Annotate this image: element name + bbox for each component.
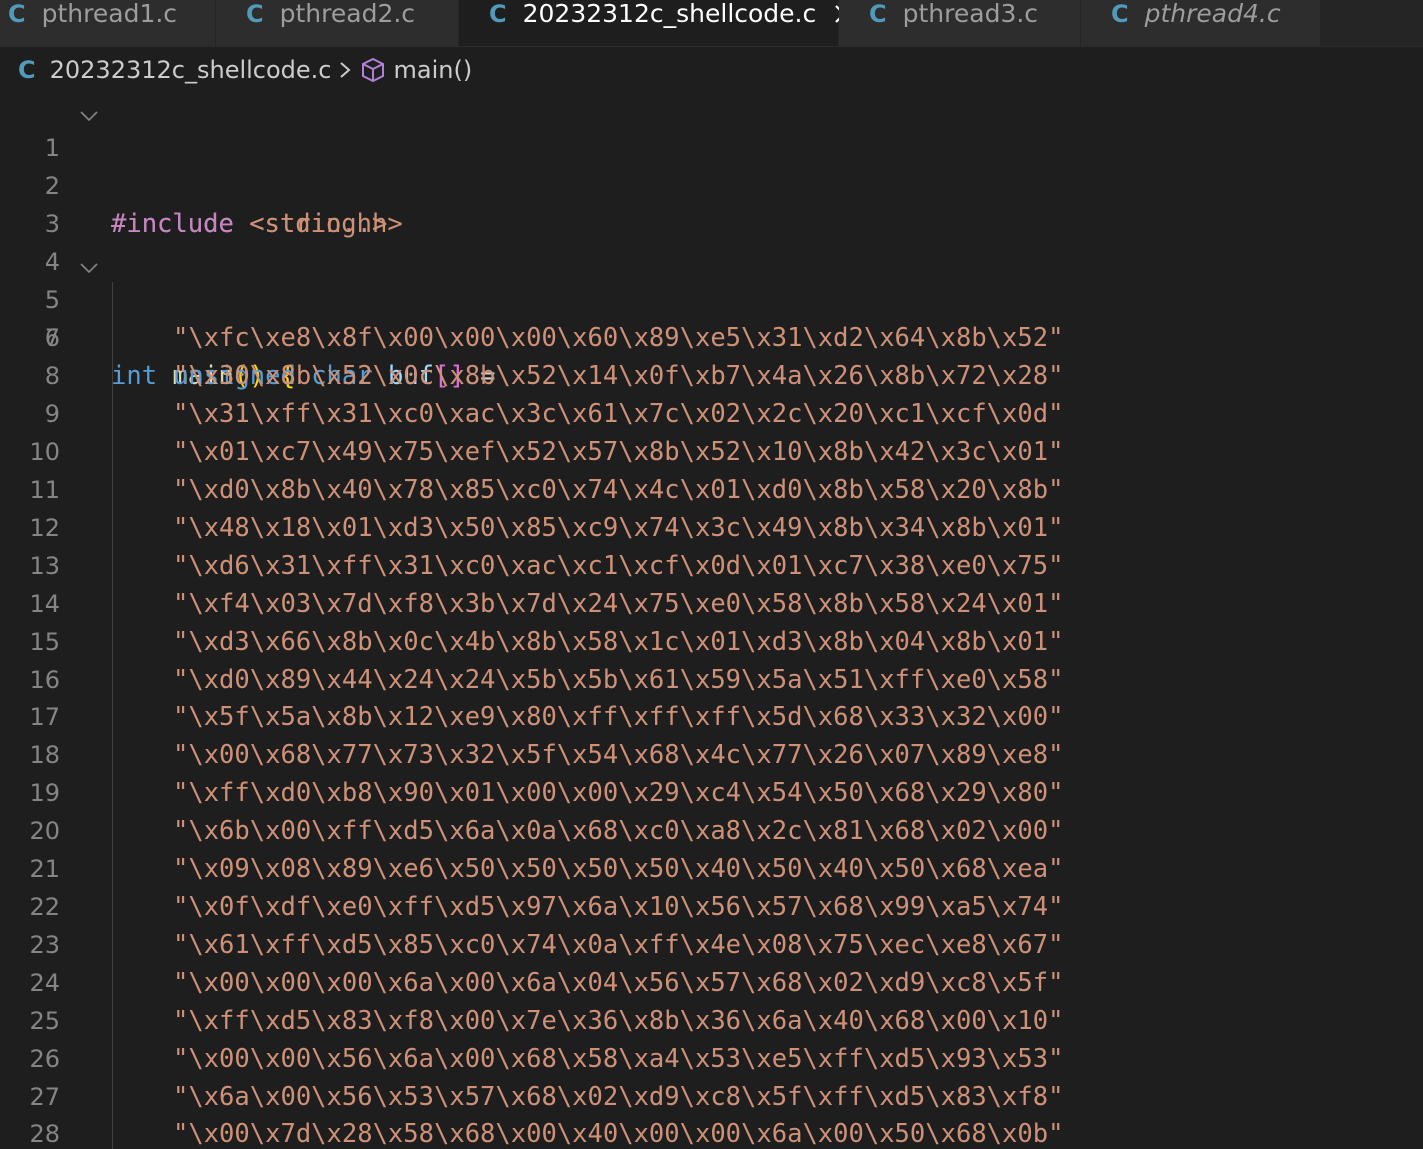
tab-shellcode[interactable]: C 20232312c_shellcode.c: [459, 0, 854, 46]
chevron-down-icon[interactable]: [78, 252, 100, 274]
code-line: 21 "\x09\x08\x89\xe6\x50\x50\x50\x50\x40\…: [0, 850, 1423, 888]
tab-bar: C pthread1.c C pthread2.c C 20232312c_sh…: [0, 0, 1423, 47]
tab-pthread1[interactable]: C pthread1.c: [0, 0, 216, 46]
string-literal: "\x30\x8b\x52\x0c\x8b\x52\x14\x0f\xb7\x4…: [173, 361, 1064, 391]
line-number: 8: [44, 362, 60, 390]
c-file-icon: C: [869, 0, 887, 28]
line-number: 20: [29, 817, 60, 845]
code-line: 16 "\xd0\x89\x44\x24\x24\x5b\x5b\x61\x59\…: [0, 661, 1423, 699]
code-line: 14 "\xf4\x03\x7d\xf8\x3b\x7d\x24\x75\xe0\…: [0, 585, 1423, 623]
code-line: 22 "\x0f\xdf\xe0\xff\xd5\x97\x6a\x10\x56\…: [0, 888, 1423, 926]
string-literal: "\xd3\x66\x8b\x0c\x4b\x8b\x58\x1c\x01\xd…: [173, 627, 1064, 657]
c-file-icon: C: [246, 0, 264, 28]
string-literal: "\xff\xd0\xb8\x90\x01\x00\x00\x29\xc4\x5…: [173, 778, 1064, 808]
line-number: 23: [29, 931, 60, 959]
code-line: 19 "\xff\xd0\xb8\x90\x01\x00\x00\x29\xc4\…: [0, 774, 1423, 812]
string-literal: "\x48\x18\x01\xd3\x50\x85\xc9\x74\x3c\x4…: [173, 513, 1064, 543]
tab-pthread3[interactable]: C pthread3.c: [839, 0, 1081, 46]
breadcrumb-file[interactable]: 20232312c_shellcode.c: [50, 56, 332, 84]
code-line: 6 unsigned char buf[] =: [0, 281, 1423, 391]
tab-label: pthread4.c: [1144, 0, 1281, 28]
string-literal: "\x00\x7d\x28\x58\x68\x00\x40\x00\x00\x6…: [173, 1119, 1064, 1149]
code-line: 25 "\xff\xd5\x83\xf8\x00\x7e\x36\x8b\x36\…: [0, 1002, 1423, 1040]
code-line: 13 "\xd6\x31\xff\x31\xc0\xac\xc1\xcf\x0d\…: [0, 547, 1423, 585]
line-number: 12: [29, 514, 60, 542]
code-line: 15 "\xd3\x66\x8b\x0c\x4b\x8b\x58\x1c\x01\…: [0, 623, 1423, 661]
string-literal: "\x6a\x00\x56\x53\x57\x68\x02\xd9\xc8\x5…: [173, 1082, 1064, 1112]
string-literal: "\xff\xd5\x83\xf8\x00\x7e\x36\x8b\x36\x6…: [173, 1006, 1064, 1036]
code-editor[interactable]: 1 #include <stdio.h> 2 #include <string.…: [0, 91, 1423, 1149]
code-line: 20 "\x6b\x00\xff\xd5\x6a\x0a\x68\xc0\xa8\…: [0, 812, 1423, 850]
code-line: 1 #include <stdio.h>: [0, 91, 1423, 239]
string-literal: "\xd6\x31\xff\x31\xc0\xac\xc1\xcf\x0d\x0…: [173, 551, 1064, 581]
line-number: 24: [29, 969, 60, 997]
code-line: 4: [0, 205, 1423, 276]
string-literal: "\x31\xff\x31\xc0\xac\x3c\x61\x7c\x02\x2…: [173, 399, 1064, 429]
string-literal: "\x00\x00\x00\x6a\x00\x6a\x04\x56\x57\x6…: [173, 968, 1064, 998]
breadcrumb-symbol[interactable]: main(): [394, 56, 473, 84]
code-line: 11 "\xd0\x8b\x40\x78\x85\xc0\x74\x4c\x01\…: [0, 471, 1423, 509]
chevron-down-icon[interactable]: [78, 100, 100, 122]
code-line: 18 "\x00\x68\x77\x73\x32\x5f\x54\x68\x4c\…: [0, 736, 1423, 774]
tab-label: 20232312c_shellcode.c: [522, 0, 817, 28]
code-line: 3: [0, 167, 1423, 238]
code-line: 17 "\x5f\x5a\x8b\x12\xe9\x80\xff\xff\xff\…: [0, 698, 1423, 736]
string-literal: "\x0f\xdf\xe0\xff\xd5\x97\x6a\x10\x56\x5…: [173, 892, 1064, 922]
code-line: 26 "\x00\x00\x56\x6a\x00\x68\x58\xa4\x53\…: [0, 1040, 1423, 1078]
c-file-icon: C: [489, 0, 507, 28]
line-number: 26: [29, 1045, 60, 1073]
chevron-right-icon: [338, 60, 352, 80]
line-number: 25: [29, 1007, 60, 1035]
line-number: 22: [29, 893, 60, 921]
string-literal: "\x00\x68\x77\x73\x32\x5f\x54\x68\x4c\x7…: [173, 740, 1064, 770]
line-number: 11: [29, 476, 60, 504]
string-literal: "\x6b\x00\xff\xd5\x6a\x0a\x68\xc0\xa8\x2…: [173, 816, 1064, 846]
code-line: 12 "\x48\x18\x01\xd3\x50\x85\xc9\x74\x3c\…: [0, 509, 1423, 547]
code-line: 23 "\x61\xff\xd5\x85\xc0\x74\x0a\xff\x4e\…: [0, 926, 1423, 964]
string-literal: "\x00\x00\x56\x6a\x00\x68\x58\xa4\x53\xe…: [173, 1044, 1064, 1074]
tab-pthread4[interactable]: C pthread4.c: [1081, 0, 1321, 46]
line-number: 14: [29, 590, 60, 618]
code-line: 9 "\x31\xff\x31\xc0\xac\x3c\x61\x7c\x02\x…: [0, 395, 1423, 433]
c-file-icon: C: [1111, 0, 1129, 28]
tab-label: pthread2.c: [279, 0, 416, 28]
line-number: 27: [29, 1083, 60, 1111]
string-literal: "\xfc\xe8\x8f\x00\x00\x00\x60\x89\xe5\x3…: [173, 323, 1064, 353]
code-line: 27 "\x6a\x00\x56\x53\x57\x68\x02\xd9\xc8\…: [0, 1078, 1423, 1116]
line-number: 17: [29, 703, 60, 731]
c-file-icon: C: [8, 0, 26, 28]
line-number: 13: [29, 552, 60, 580]
string-literal: "\xf4\x03\x7d\xf8\x3b\x7d\x24\x75\xe0\x5…: [173, 589, 1064, 619]
cube-icon: [360, 57, 386, 83]
code-line: 2 #include <string.h>: [0, 129, 1423, 239]
line-number: 15: [29, 628, 60, 656]
string-literal: "\x5f\x5a\x8b\x12\xe9\x80\xff\xff\xff\x5…: [173, 702, 1064, 732]
code-line: 8 "\x30\x8b\x52\x0c\x8b\x52\x14\x0f\xb7\x…: [0, 357, 1423, 395]
string-literal: "\x09\x08\x89\xe6\x50\x50\x50\x50\x40\x5…: [173, 854, 1064, 884]
line-number: 18: [29, 741, 60, 769]
string-literal: "\xd0\x8b\x40\x78\x85\xc0\x74\x4c\x01\xd…: [173, 475, 1064, 505]
c-file-icon: C: [18, 56, 36, 84]
tab-label: pthread1.c: [41, 0, 178, 28]
breadcrumb: C 20232312c_shellcode.c main(): [18, 52, 472, 88]
string-literal: "\xd0\x89\x44\x24\x24\x5b\x5b\x61\x59\x5…: [173, 665, 1064, 695]
line-number: 10: [29, 438, 60, 466]
line-number: 28: [29, 1120, 60, 1148]
code-line: 24 "\x00\x00\x00\x6a\x00\x6a\x04\x56\x57\…: [0, 964, 1423, 1002]
code-line: 28 "\x00\x7d\x28\x58\x68\x00\x40\x00\x00\…: [0, 1115, 1423, 1149]
line-number: 9: [44, 400, 60, 428]
string-literal: "\x01\xc7\x49\x75\xef\x52\x57\x8b\x52\x1…: [173, 437, 1064, 467]
tab-label: pthread3.c: [902, 0, 1039, 28]
line-number: 21: [29, 855, 60, 883]
string-literal: "\x61\xff\xd5\x85\xc0\x74\x0a\xff\x4e\x0…: [173, 930, 1064, 960]
line-number: 7: [44, 324, 60, 352]
tab-pthread2[interactable]: C pthread2.c: [216, 0, 459, 46]
code-line: 7 "\xfc\xe8\x8f\x00\x00\x00\x60\x89\xe5\x…: [0, 319, 1423, 357]
code-line: 10 "\x01\xc7\x49\x75\xef\x52\x57\x8b\x52\…: [0, 433, 1423, 471]
line-number: 19: [29, 779, 60, 807]
code-line: 5 int main() {: [0, 243, 1423, 391]
line-number: 16: [29, 666, 60, 694]
